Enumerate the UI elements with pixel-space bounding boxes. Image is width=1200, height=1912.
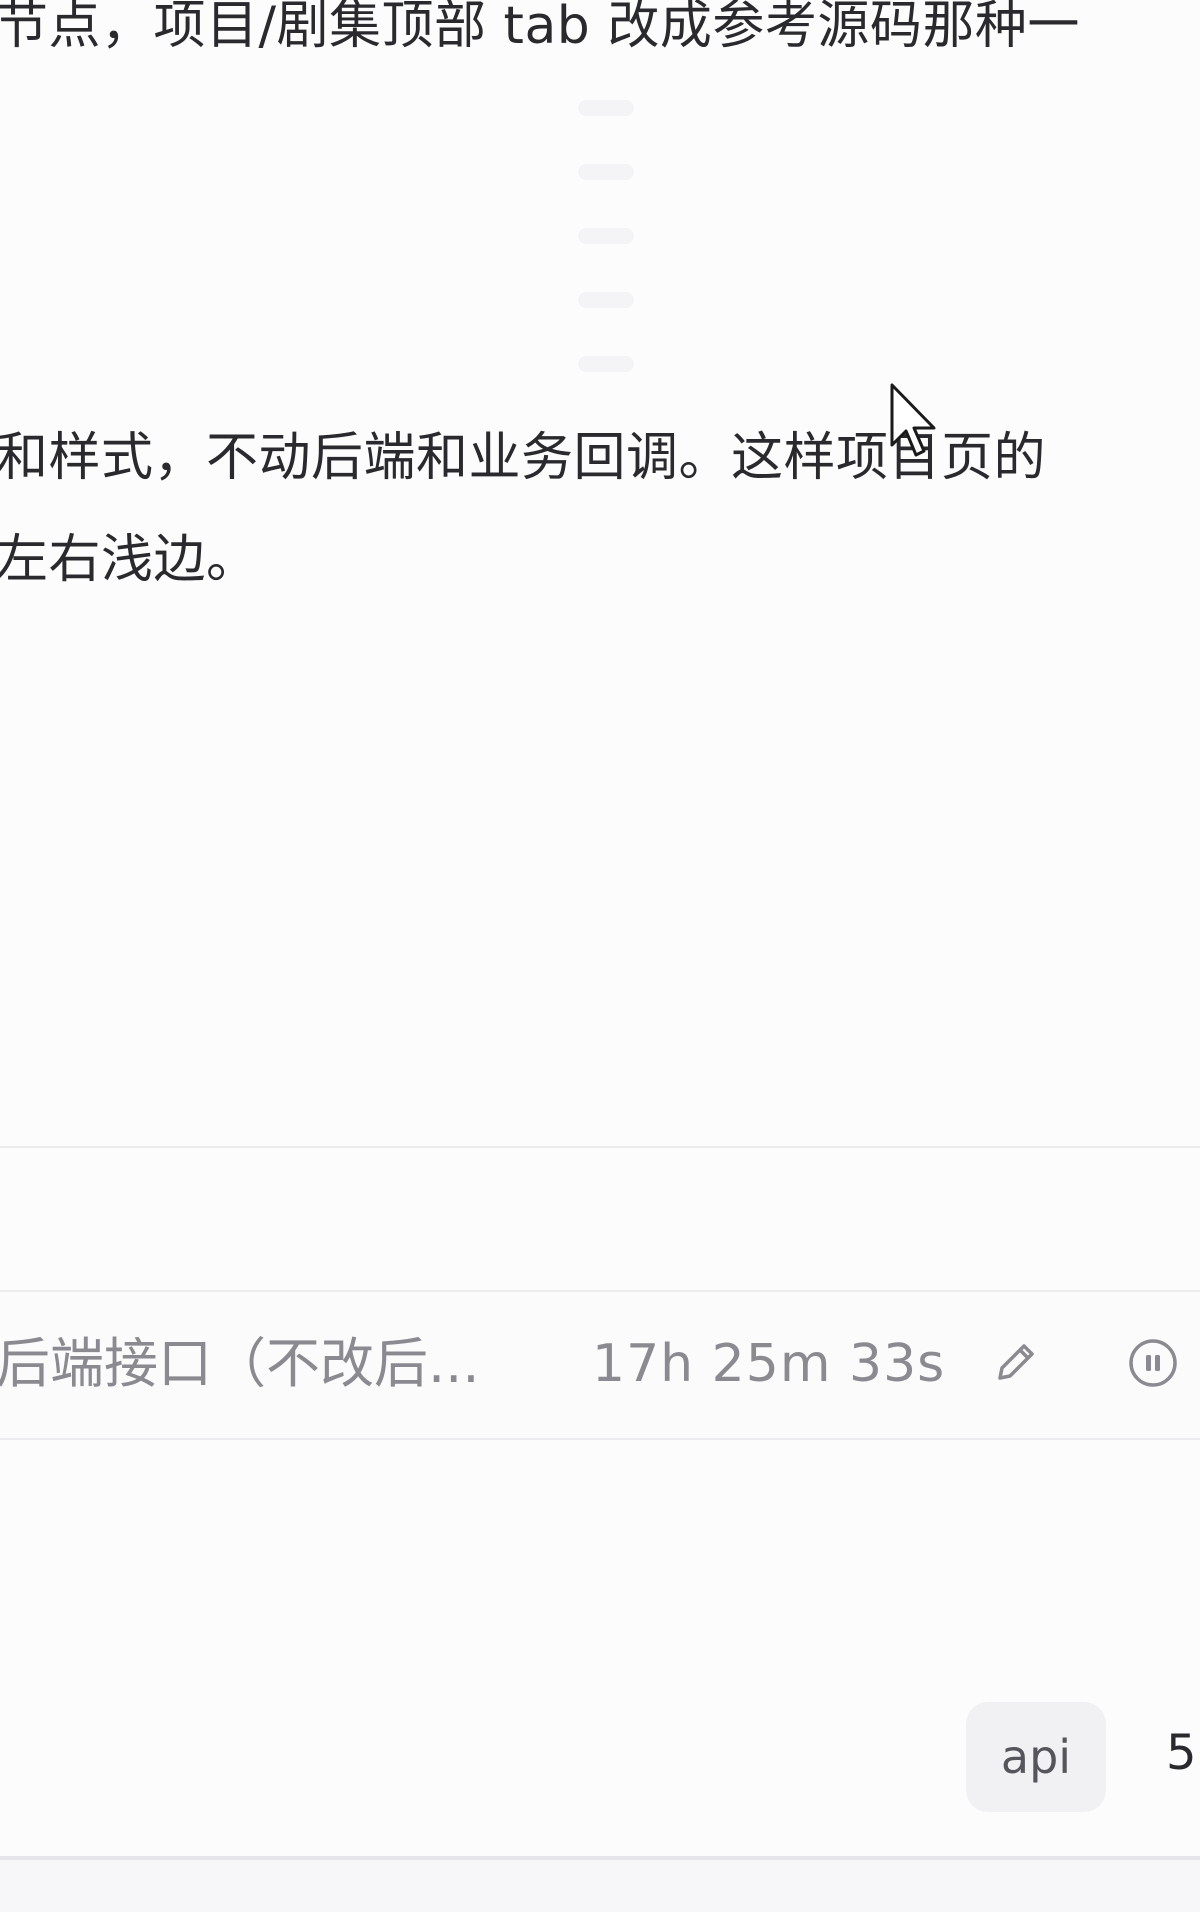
stop-circle-icon[interactable] (1126, 1336, 1180, 1390)
section-divider (0, 1146, 1200, 1148)
chat-window: 节点，项目/剧集顶部 tab 改成参考源码那种一 和样式，不动后端和业务回调。这… (0, 0, 1200, 1912)
placeholder-bar (578, 100, 634, 116)
model-selector[interactable]: 5. (1166, 1708, 1200, 1798)
placeholder-bar (578, 356, 634, 372)
message-text-line: 左右浅边。 (0, 530, 259, 590)
placeholder-bar (578, 228, 634, 244)
mouse-cursor-icon (890, 383, 936, 457)
composer[interactable]: api 5. (0, 1440, 1200, 1858)
footer-strip (0, 1860, 1200, 1912)
message-text-line: 节点，项目/剧集顶部 tab 改成参考源码那种一 (0, 0, 1080, 56)
task-elapsed-time: 17h 25m 33s (592, 1334, 946, 1394)
placeholder-bar (578, 164, 634, 180)
placeholder-bar (578, 292, 634, 308)
loading-placeholder (578, 100, 634, 420)
task-title: 后端接口（不改后... (0, 1332, 480, 1395)
pencil-icon[interactable] (990, 1336, 1042, 1388)
mode-chip[interactable]: api (966, 1702, 1106, 1812)
running-task-bar[interactable]: 后端接口（不改后... 17h 25m 33s (0, 1290, 1200, 1440)
